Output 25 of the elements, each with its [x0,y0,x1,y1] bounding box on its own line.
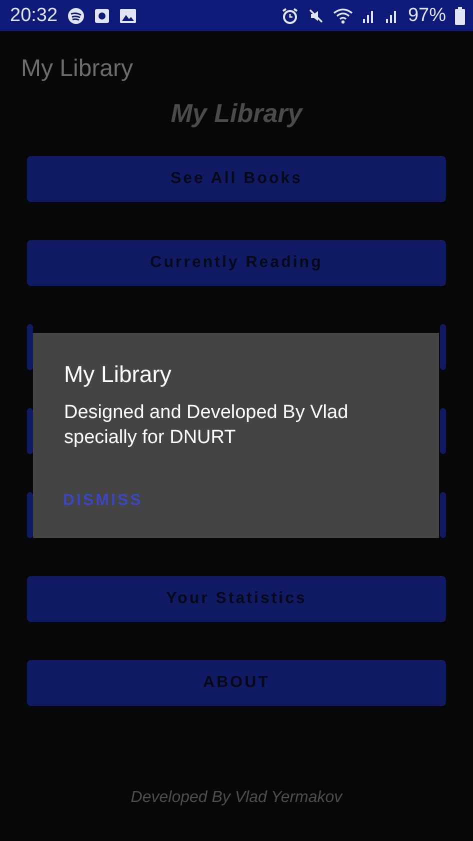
covered-button-edge [27,492,33,538]
alarm-clock-icon [280,6,299,24]
battery-percentage: 97% [408,4,446,26]
dialog-title: My Library [64,361,172,388]
menu-button[interactable]: Your Statistics [27,576,446,622]
covered-button-edge [27,408,33,454]
covered-button-edge [440,408,446,454]
wifi-icon [332,8,353,24]
app-bar-title: My Library [21,55,134,83]
menu-button[interactable]: See All Books [27,156,446,202]
dismiss-button[interactable]: DISMISS [59,488,147,514]
menu-button[interactable]: Currently Reading [27,240,446,286]
footer-credit: Developed By Vlad Yermakov [130,789,344,807]
status-time: 20:32 [10,4,58,26]
dialog-message: Designed and Developed By Vlad specially for DNURT [64,401,350,450]
music-app-icon [66,6,85,24]
page-heading: My Library [170,101,302,125]
covered-button-edge [440,324,446,370]
covered-button-edge [27,324,33,370]
menu-button[interactable]: ABOUT [27,660,446,706]
covered-button-edge [440,492,446,538]
image-icon [118,8,137,24]
mute-icon [308,8,324,24]
app-notification-icon [94,8,110,24]
battery-icon [455,6,465,24]
